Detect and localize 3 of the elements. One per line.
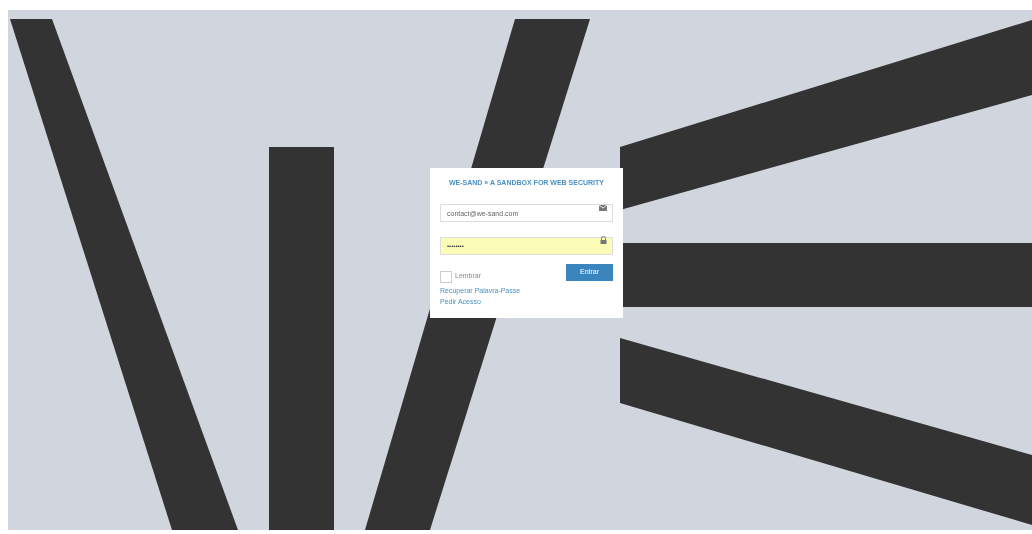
lock-icon [600,235,607,244]
envelope-icon [599,204,607,211]
remember-checkbox[interactable] [440,270,452,283]
